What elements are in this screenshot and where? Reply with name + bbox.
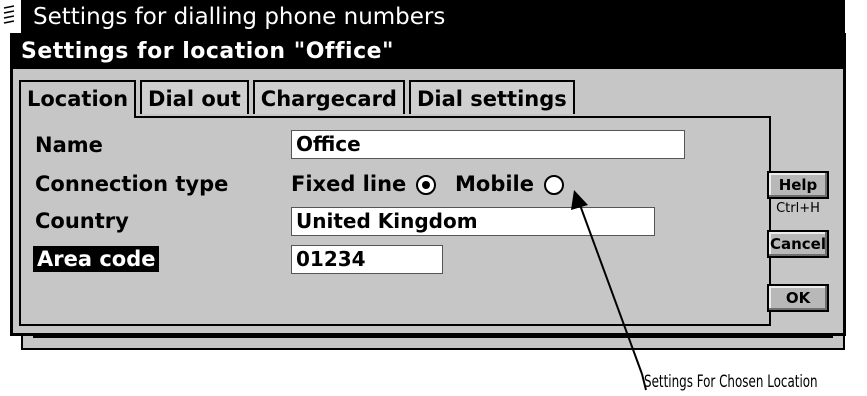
callout-arrow [571,190,647,391]
screenshot-root: Settings for dialling phone numbers Sett… [0,0,867,396]
callout-label: Settings For Chosen Location [644,372,818,392]
tab-location[interactable]: Location [19,80,137,118]
